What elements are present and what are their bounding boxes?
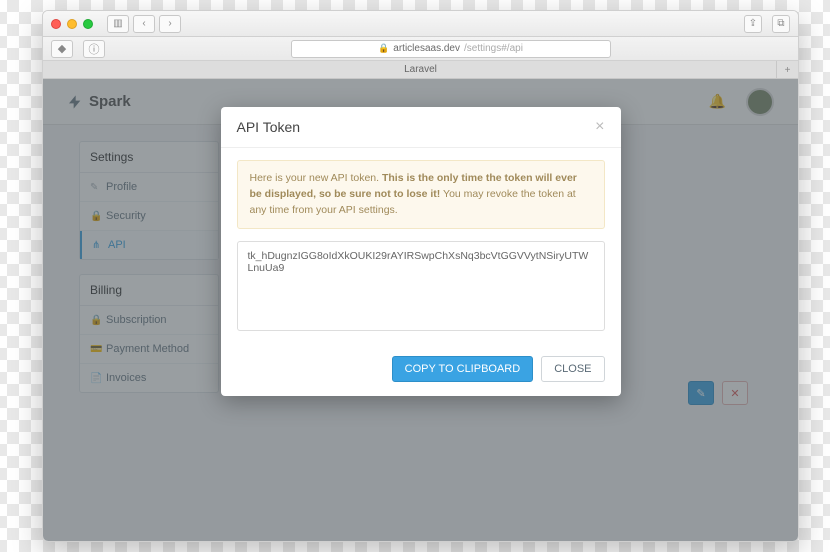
- modal-header: API Token ×: [221, 107, 621, 148]
- copy-button[interactable]: COPY TO CLIPBOARD: [392, 356, 534, 382]
- shield-icon[interactable]: ◆: [51, 40, 73, 58]
- close-button[interactable]: CLOSE: [541, 356, 604, 382]
- modal-footer: COPY TO CLIPBOARD CLOSE: [221, 346, 621, 396]
- back-button[interactable]: ‹: [133, 15, 155, 33]
- sidebar-toggle-icon[interactable]: ▥: [107, 15, 129, 33]
- new-tab-button[interactable]: +: [776, 61, 798, 79]
- tab-title[interactable]: Laravel: [404, 64, 437, 75]
- window-titlebar: ▥ ‹ › ⇪ ⧉: [43, 11, 798, 37]
- url-path: /settings#/api: [464, 43, 523, 54]
- address-bar[interactable]: 🔒 articlesaas.dev/settings#/api: [291, 40, 611, 58]
- zoom-window-icon[interactable]: [83, 19, 93, 29]
- api-token-modal: API Token × Here is your new API token. …: [221, 107, 621, 396]
- close-icon[interactable]: ×: [595, 119, 604, 135]
- modal-overlay[interactable]: API Token × Here is your new API token. …: [43, 79, 798, 542]
- close-window-icon[interactable]: [51, 19, 61, 29]
- token-textarea[interactable]: [237, 241, 605, 331]
- address-toolbar: ◆ ⓘ 🔒 articlesaas.dev/settings#/api: [43, 37, 798, 61]
- forward-button[interactable]: ›: [159, 15, 181, 33]
- alert-prefix: Here is your new API token.: [250, 172, 382, 184]
- alert-box: Here is your new API token. This is the …: [237, 160, 605, 229]
- tab-strip: Laravel +: [43, 61, 798, 79]
- app-viewport: Spark 🔔 Settings ✎Profile 🔒Security ⋔API…: [43, 79, 798, 542]
- tabs-icon[interactable]: ⧉: [772, 15, 790, 33]
- share-icon[interactable]: ⇪: [744, 15, 762, 33]
- url-host: articlesaas.dev: [393, 43, 460, 54]
- reader-icon[interactable]: ⓘ: [83, 40, 105, 58]
- browser-window: ▥ ‹ › ⇪ ⧉ ◆ ⓘ 🔒 articlesaas.dev/settings…: [42, 10, 799, 542]
- modal-body: Here is your new API token. This is the …: [221, 148, 621, 346]
- modal-title: API Token: [237, 119, 301, 135]
- traffic-lights: [51, 19, 93, 29]
- minimize-window-icon[interactable]: [67, 19, 77, 29]
- lock-icon: 🔒: [378, 43, 389, 54]
